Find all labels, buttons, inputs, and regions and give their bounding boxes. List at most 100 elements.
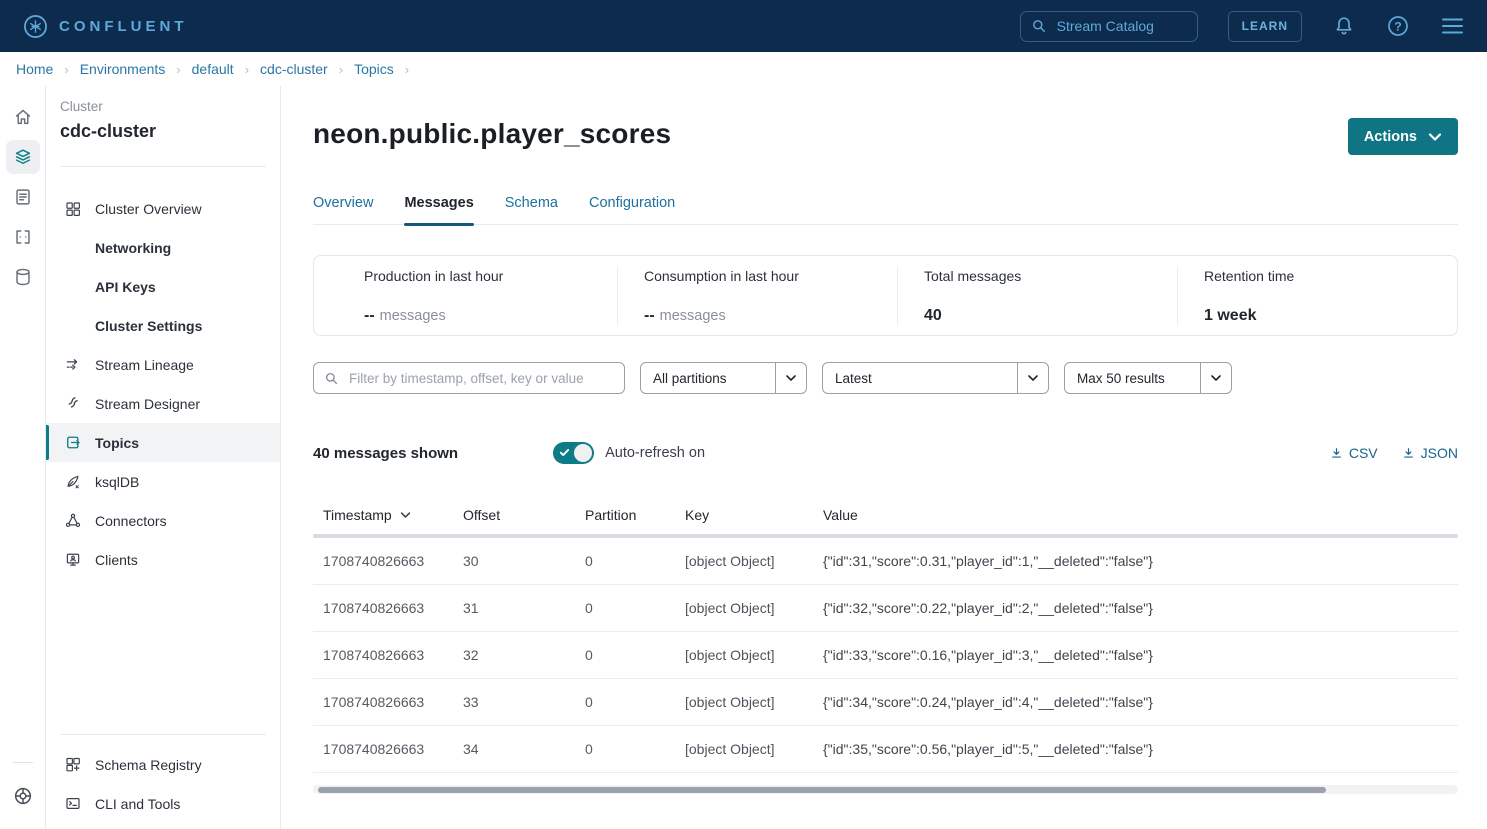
topics-icon bbox=[64, 433, 82, 452]
rail-divider bbox=[13, 762, 33, 763]
cell-timestamp: 1708740826663 bbox=[323, 647, 424, 663]
sidebar-item-cluster-settings[interactable]: Cluster Settings bbox=[46, 306, 280, 345]
confluent-logo[interactable]: CONFLUENT bbox=[22, 13, 188, 40]
learn-button[interactable]: LEARN bbox=[1228, 11, 1302, 42]
horizontal-scrollbar-track[interactable] bbox=[313, 785, 1458, 794]
check-icon bbox=[559, 447, 570, 458]
breadcrumb-cdc-cluster[interactable]: cdc-cluster bbox=[260, 61, 328, 77]
cell-key: [object Object] bbox=[685, 694, 823, 710]
sidebar-item-label: Schema Registry bbox=[95, 757, 202, 773]
chevron-right-icon: › bbox=[245, 62, 249, 77]
cluster-name: cdc-cluster bbox=[60, 121, 266, 142]
auto-refresh-toggle[interactable] bbox=[553, 442, 594, 464]
messages-shown-count: 40 messages shown bbox=[313, 445, 458, 462]
tab-configuration[interactable]: Configuration bbox=[589, 195, 675, 224]
actions-button[interactable]: Actions bbox=[1348, 118, 1458, 155]
confluent-logo-icon bbox=[22, 13, 49, 40]
tab-schema[interactable]: Schema bbox=[505, 195, 558, 224]
breadcrumb-topics[interactable]: Topics bbox=[354, 61, 394, 77]
tab-overview[interactable]: Overview bbox=[313, 195, 373, 224]
column-header-value[interactable]: Value bbox=[823, 507, 1458, 523]
cell-offset: 32 bbox=[463, 647, 585, 663]
offset-order-select[interactable]: Latest bbox=[822, 362, 1049, 394]
stat-consumption: Consumption in last hour --messages bbox=[617, 267, 897, 325]
help-icon[interactable]: ? bbox=[1386, 14, 1410, 38]
column-header-offset[interactable]: Offset bbox=[463, 507, 585, 523]
sidebar-item-stream-designer[interactable]: Stream Designer bbox=[46, 384, 280, 423]
partition-select-value: All partitions bbox=[641, 371, 775, 386]
column-header-partition[interactable]: Partition bbox=[585, 507, 685, 523]
chevron-down-icon[interactable] bbox=[1200, 363, 1231, 393]
tab-messages[interactable]: Messages bbox=[404, 195, 473, 224]
cell-value: {"id":35,"score":0.56,"player_id":5,"__d… bbox=[823, 741, 1458, 757]
stat-label: Production in last hour bbox=[364, 268, 617, 284]
rail-notes-icon[interactable] bbox=[6, 180, 40, 214]
breadcrumb-environments[interactable]: Environments bbox=[80, 61, 166, 77]
rail-flink-icon[interactable] bbox=[6, 220, 40, 254]
sidebar-item-label: Cluster Overview bbox=[95, 201, 202, 217]
chevron-down-icon[interactable] bbox=[1017, 363, 1048, 393]
cell-value: {"id":34,"score":0.24,"player_id":4,"__d… bbox=[823, 694, 1458, 710]
message-filter-search[interactable] bbox=[313, 362, 625, 394]
message-filter-input[interactable] bbox=[347, 370, 607, 387]
sidebar-item-api-keys[interactable]: API Keys bbox=[46, 267, 280, 306]
topic-detail-main: neon.public.player_scores Actions Overvi… bbox=[281, 86, 1487, 829]
chevron-down-icon[interactable] bbox=[775, 363, 806, 393]
sidebar-item-schema-registry[interactable]: Schema Registry bbox=[46, 745, 280, 784]
rail-database-icon[interactable] bbox=[6, 260, 40, 294]
sidebar-item-stream-lineage[interactable]: Stream Lineage bbox=[46, 345, 280, 384]
sidebar-item-connectors[interactable]: Connectors bbox=[46, 501, 280, 540]
sidebar-item-label: Topics bbox=[95, 435, 139, 451]
support-globe-icon[interactable] bbox=[6, 779, 40, 813]
sort-chevron-down-icon bbox=[400, 511, 411, 519]
table-row[interactable]: 1708740826663 32 0 [object Object] {"id"… bbox=[313, 632, 1458, 679]
cluster-section-label: Cluster bbox=[60, 99, 266, 114]
download-icon bbox=[1330, 446, 1343, 460]
messages-table-body: 1708740826663 30 0 [object Object] {"id"… bbox=[313, 538, 1458, 773]
cell-key: [object Object] bbox=[685, 741, 823, 757]
cell-timestamp: 1708740826663 bbox=[323, 600, 424, 616]
breadcrumb-home[interactable]: Home bbox=[16, 61, 53, 77]
stat-value: 1 week bbox=[1204, 307, 1256, 324]
stat-value: -- bbox=[364, 307, 375, 324]
column-label: Timestamp bbox=[323, 507, 392, 523]
partition-select[interactable]: All partitions bbox=[640, 362, 807, 394]
table-row[interactable]: 1708740826663 30 0 [object Object] {"id"… bbox=[313, 538, 1458, 585]
table-row[interactable]: 1708740826663 33 0 [object Object] {"id"… bbox=[313, 679, 1458, 726]
json-label: JSON bbox=[1421, 445, 1458, 461]
cell-offset: 34 bbox=[463, 741, 585, 757]
clients-icon bbox=[64, 550, 82, 569]
download-csv-link[interactable]: CSV bbox=[1330, 445, 1378, 461]
sidebar-item-cli-and-tools[interactable]: CLI and Tools bbox=[46, 784, 280, 823]
stream-catalog-search[interactable] bbox=[1020, 11, 1198, 42]
column-header-key[interactable]: Key bbox=[685, 507, 823, 523]
sidebar-item-ksqldb[interactable]: ksqlDB bbox=[46, 462, 280, 501]
result-limit-select[interactable]: Max 50 results bbox=[1064, 362, 1232, 394]
rail-home-icon[interactable] bbox=[6, 100, 40, 134]
stream-catalog-input[interactable] bbox=[1055, 17, 1175, 35]
message-filters: All partitions Latest Max 50 results bbox=[313, 362, 1458, 394]
chevron-right-icon: › bbox=[64, 62, 68, 77]
brand-name: CONFLUENT bbox=[59, 18, 188, 35]
breadcrumb-default[interactable]: default bbox=[192, 61, 234, 77]
designer-curves-icon bbox=[64, 394, 82, 413]
sidebar-item-topics[interactable]: Topics bbox=[46, 423, 280, 462]
table-row[interactable]: 1708740826663 31 0 [object Object] {"id"… bbox=[313, 585, 1458, 632]
horizontal-scrollbar-thumb[interactable] bbox=[318, 787, 1326, 793]
table-row[interactable]: 1708740826663 34 0 [object Object] {"id"… bbox=[313, 726, 1458, 773]
notifications-bell-icon[interactable] bbox=[1332, 14, 1356, 38]
sidebar-item-clients[interactable]: Clients bbox=[46, 540, 280, 579]
cell-value: {"id":31,"score":0.31,"player_id":1,"__d… bbox=[823, 553, 1458, 569]
stat-label: Total messages bbox=[924, 268, 1177, 284]
messages-table-header: Timestamp Offset Partition Key Value bbox=[313, 496, 1458, 534]
search-icon bbox=[1031, 18, 1047, 34]
download-json-link[interactable]: JSON bbox=[1402, 445, 1458, 461]
sidebar-item-label: Stream Lineage bbox=[95, 357, 194, 373]
sidebar-item-cluster-overview[interactable]: Cluster Overview bbox=[46, 189, 280, 228]
rail-environments-icon[interactable] bbox=[6, 140, 40, 174]
breadcrumb: Home › Environments › default › cdc-clus… bbox=[0, 52, 1487, 86]
sidebar-item-networking[interactable]: Networking bbox=[46, 228, 280, 267]
cell-timestamp: 1708740826663 bbox=[323, 741, 424, 757]
hamburger-menu-icon[interactable] bbox=[1440, 15, 1465, 37]
column-header-timestamp[interactable]: Timestamp bbox=[313, 507, 463, 523]
